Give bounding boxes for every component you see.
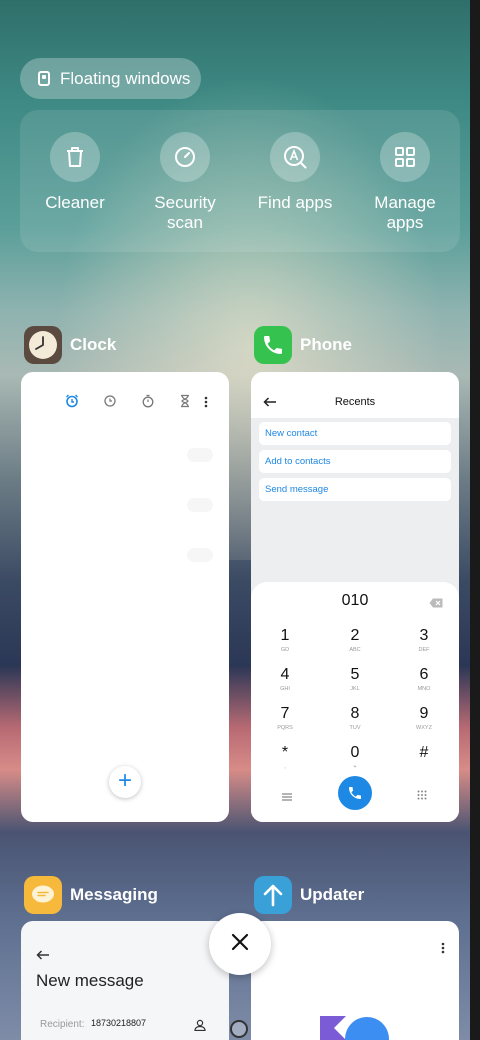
dial-key-number: 9 — [419, 705, 429, 722]
dial-key-letters: DEF — [418, 647, 430, 653]
messaging-app-name: Messaging — [70, 885, 158, 904]
clock-app-header[interactable]: Clock — [24, 326, 116, 364]
floating-window-icon — [38, 71, 50, 86]
clock-app-card[interactable]: + — [21, 372, 229, 822]
new-contact-option[interactable]: New contact — [259, 422, 451, 445]
updater-app-header[interactable]: Updater — [254, 876, 364, 914]
clock-tabs — [21, 394, 229, 414]
messaging-app-header[interactable]: Messaging — [24, 876, 158, 914]
clock-icon — [24, 326, 62, 364]
add-to-contacts-option[interactable]: Add to contacts — [259, 450, 451, 473]
security-scan-button[interactable]: Security scan — [130, 132, 240, 233]
dial-key-number: 5 — [350, 666, 360, 683]
dial-key-letters: ABC — [349, 647, 361, 653]
find-apps-label: Find apps — [257, 193, 333, 212]
send-message-option[interactable]: Send message — [259, 478, 451, 501]
call-button[interactable] — [338, 776, 372, 810]
dialed-number: 010 — [341, 592, 369, 609]
updater-app-name: Updater — [300, 885, 365, 904]
recipient-label: Recipient: — [40, 1019, 85, 1030]
stopwatch-icon[interactable] — [141, 394, 155, 413]
dial-key[interactable]: 6 MNO — [404, 666, 444, 693]
dial-key-letters: GD — [280, 647, 290, 653]
dial-key[interactable]: 8 TUV — [335, 705, 375, 732]
find-apps-button[interactable]: Find apps — [240, 132, 350, 213]
dial-key[interactable]: 4 GHI — [265, 666, 305, 693]
dial-key-letters: PQRS — [277, 725, 293, 731]
find-apps-icon — [270, 132, 320, 182]
clock-app-name: Clock — [70, 335, 117, 354]
dial-key[interactable]: 5 JKL — [335, 666, 375, 693]
phone-app-header[interactable]: Phone — [254, 326, 352, 364]
dial-key-number: 7 — [280, 705, 290, 722]
back-arrow-icon[interactable] — [36, 947, 50, 965]
arrow-up-icon — [254, 876, 292, 914]
trash-icon — [50, 132, 100, 182]
timer-icon[interactable] — [179, 394, 191, 413]
dial-key[interactable]: 7 PQRS — [265, 705, 305, 732]
manage-apps-button[interactable]: Manage apps — [350, 132, 460, 233]
floating-windows-label: Floating windows — [60, 68, 191, 88]
dial-key-number: 0 — [350, 744, 360, 761]
dialpad-toggle-icon[interactable] — [417, 787, 427, 805]
screen-edge — [470, 0, 480, 1040]
world-clock-icon[interactable] — [103, 394, 117, 413]
dial-key[interactable]: 3 DEF — [404, 627, 444, 654]
dial-key[interactable]: 0 + — [335, 744, 375, 771]
recipient-input[interactable]: 18730218807 — [91, 1018, 146, 1028]
dial-key[interactable]: *, — [265, 744, 305, 771]
alarm-item — [35, 542, 215, 572]
quick-actions-panel: Cleaner Security scan Find apps Manage a… — [20, 110, 460, 252]
home-button-indicator[interactable] — [230, 1020, 248, 1038]
dial-key-number: 1 — [280, 627, 290, 644]
dial-key[interactable]: 9 WXYZ — [404, 705, 444, 732]
phone-app-name: Phone — [300, 335, 352, 354]
message-icon — [24, 876, 62, 914]
dial-key-letters: MNO — [417, 686, 431, 692]
updater-app-card[interactable] — [251, 921, 459, 1040]
backspace-icon[interactable] — [429, 595, 443, 613]
dial-key-letters: JKL — [350, 686, 360, 692]
dial-key[interactable]: # — [404, 745, 444, 764]
contact-picker-icon[interactable] — [194, 1018, 206, 1036]
phone-header-bar: Recents — [251, 372, 459, 418]
dial-key-number: 2 — [350, 627, 360, 644]
dial-key-number: 3 — [419, 627, 429, 644]
security-scan-icon — [160, 132, 210, 182]
manage-apps-label: Manage apps — [374, 193, 436, 232]
dial-key-letters: WXYZ — [416, 725, 432, 731]
miui-logo-icon — [320, 1016, 390, 1040]
add-alarm-button[interactable]: + — [109, 766, 141, 798]
dial-key-letters: + — [353, 764, 357, 770]
dial-key-letters: , — [284, 764, 286, 770]
messaging-app-card[interactable]: New message Recipient: 18730218807 — [21, 921, 229, 1040]
menu-icon[interactable] — [282, 788, 292, 806]
recents-title: Recents — [334, 396, 376, 408]
more-menu-icon[interactable] — [204, 395, 208, 413]
cleaner-button[interactable]: Cleaner — [20, 132, 130, 213]
dial-key[interactable]: 1 GD — [265, 627, 305, 654]
new-message-title: New message — [36, 971, 144, 990]
security-scan-label: Security scan — [154, 193, 216, 232]
more-menu-icon[interactable] — [441, 941, 445, 959]
dial-key-number: 8 — [350, 705, 360, 722]
close-all-button[interactable] — [209, 913, 271, 975]
phone-icon — [254, 326, 292, 364]
dialpad: 010 1 GD 2 ABC 3 DEF 4 GHI 5 JKL 6 MNO 7 PQRS 8 TUV 9 WXY… — [251, 582, 459, 822]
floating-windows-button[interactable]: Floating windows — [20, 58, 201, 99]
alarm-item — [35, 492, 215, 522]
dial-key-number: 6 — [419, 666, 429, 683]
close-icon — [231, 933, 249, 956]
dial-key-number: # — [419, 744, 429, 761]
dial-key-number: * — [281, 744, 289, 761]
cleaner-label: Cleaner — [45, 193, 105, 212]
dial-key[interactable]: 2 ABC — [335, 627, 375, 654]
phone-app-card[interactable]: Recents New contact Add to contacts Send… — [251, 372, 459, 822]
grid-icon — [380, 132, 430, 182]
dial-key-letters: TUV — [349, 725, 361, 731]
alarm-icon[interactable] — [65, 394, 79, 413]
alarm-item — [35, 442, 215, 472]
dial-key-number: 4 — [280, 666, 290, 683]
dial-key-letters: GHI — [280, 686, 290, 692]
